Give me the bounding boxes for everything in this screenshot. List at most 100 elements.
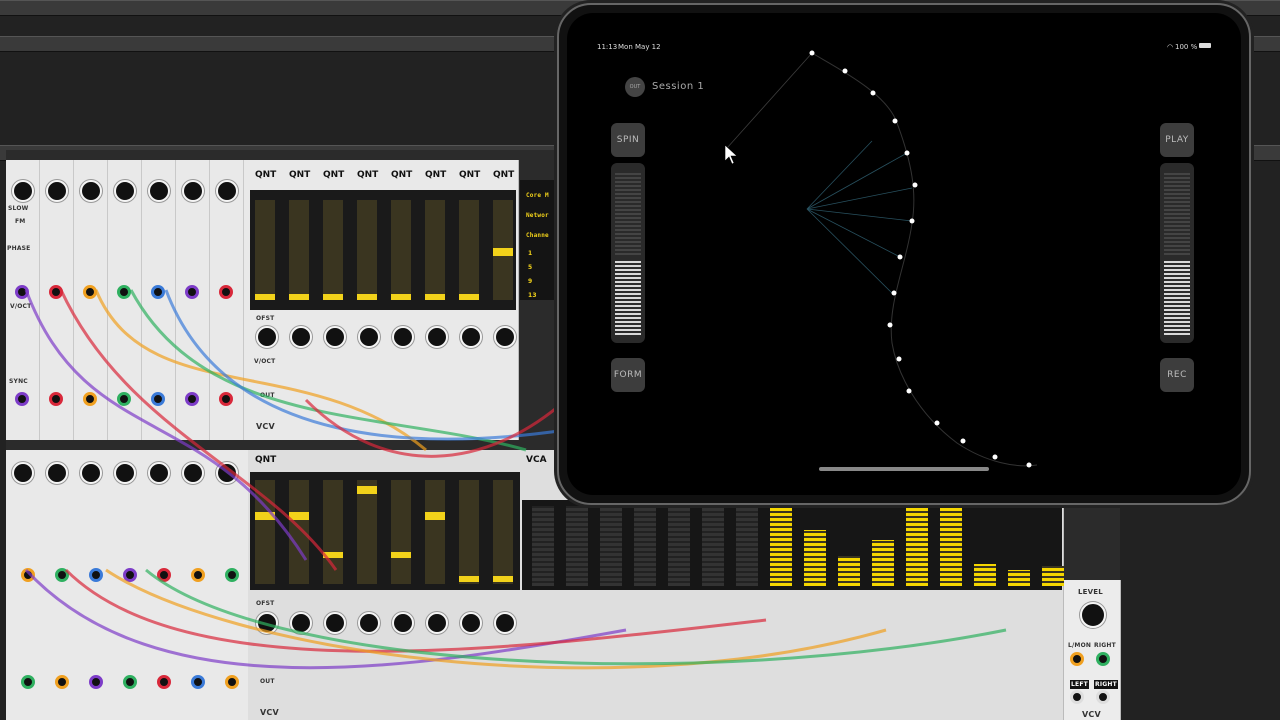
left-input-jack[interactable] [1070,652,1084,666]
out-jack[interactable] [55,675,69,689]
out-jack[interactable] [123,675,137,689]
phase-label: PHASE [7,245,31,252]
frequency-knob[interactable] [114,180,136,202]
ofst-knob[interactable] [426,612,448,634]
ofst-knob[interactable] [426,326,448,348]
ofst-knob[interactable] [494,612,516,634]
ofst-knob[interactable] [290,326,312,348]
out-jack[interactable] [15,392,29,406]
out-jack[interactable] [89,675,103,689]
voct-jack[interactable] [83,285,97,299]
frequency-knob[interactable] [182,462,204,484]
ofst-label: OFST [256,315,275,322]
level-knob[interactable] [1080,602,1106,628]
quantizer-display [250,190,516,310]
ofst-knob[interactable] [460,612,482,634]
out-label: OUT [260,678,275,685]
ofst-knob[interactable] [256,326,278,348]
home-indicator[interactable] [819,467,989,471]
voct-jack[interactable] [89,568,103,582]
tablet-screen: 11:13 Mon May 12 ◠ 100 % OUT Session 1 S… [567,13,1241,495]
voct-jack[interactable] [49,285,63,299]
frequency-knob[interactable] [182,180,204,202]
ofst-knob[interactable] [290,612,312,634]
brand-logo: VCV [1082,710,1101,719]
osc-module[interactable] [108,160,142,440]
ofst-knob[interactable] [392,326,414,348]
out-jack[interactable] [219,392,233,406]
quantizer-title: QNT [391,170,413,180]
frequency-knob[interactable] [12,462,34,484]
ofst-knob[interactable] [256,612,278,634]
frequency-knob[interactable] [216,462,238,484]
voct-jack[interactable] [117,285,131,299]
voct-jack[interactable] [225,568,239,582]
frequency-knob[interactable] [80,462,102,484]
left-output-jack[interactable] [1070,690,1084,704]
frequency-knob[interactable] [46,462,68,484]
quantizer-title: QNT [255,455,277,465]
right-output-jack[interactable] [1096,690,1110,704]
quantizer-title: QNT [459,170,481,180]
oscillator-bank-top: SLOW FM PHASE V/OCT SYNC [6,160,249,440]
quantizer-title: QNT [357,170,379,180]
ofst-knob[interactable] [324,612,346,634]
osc-module[interactable] [210,160,244,440]
frequency-knob[interactable] [80,180,102,202]
frequency-knob[interactable] [12,180,34,202]
ofst-knob[interactable] [494,326,516,348]
ofst-label: OFST [256,600,275,607]
quantizer-title: QNT [289,170,311,180]
voct-jack[interactable] [185,285,199,299]
voct-jack[interactable] [21,568,35,582]
right-input-label: RIGHT [1094,642,1116,649]
left-output-label: LEFT [1070,680,1089,689]
osc-module[interactable] [74,160,108,440]
midi-number: 1 [528,250,533,257]
out-jack[interactable] [225,675,239,689]
osc-module[interactable]: SLOW FM PHASE V/OCT SYNC [6,160,40,440]
fm-label: FM [15,218,26,225]
right-input-jack[interactable] [1096,652,1110,666]
quantizer-title: QNT [493,170,515,180]
osc-module[interactable] [40,160,74,440]
ofst-knob[interactable] [358,326,380,348]
voct-jack[interactable] [219,285,233,299]
quantizer-title: QNT [425,170,447,180]
out-jack[interactable] [157,675,171,689]
out-jack[interactable] [49,392,63,406]
osc-module[interactable] [176,160,210,440]
voct-jack[interactable] [123,568,137,582]
ofst-knob[interactable] [324,326,346,348]
osc-module[interactable] [142,160,176,440]
out-jack[interactable] [151,392,165,406]
out-jack[interactable] [117,392,131,406]
out-jack[interactable] [191,675,205,689]
frequency-knob[interactable] [216,180,238,202]
spiral-visualization[interactable] [567,13,1241,495]
mouse-cursor-icon [724,144,738,165]
voct-jack[interactable] [191,568,205,582]
voct-jack[interactable] [151,285,165,299]
ofst-knob[interactable] [392,612,414,634]
brand-logo: VCV [256,422,275,431]
frequency-knob[interactable] [148,180,170,202]
level-label: LEVEL [1078,588,1103,596]
ofst-knob[interactable] [460,326,482,348]
voct-jack[interactable] [15,285,29,299]
midi-channel-text: Channe [526,232,549,239]
frequency-knob[interactable] [148,462,170,484]
frequency-knob[interactable] [114,462,136,484]
voct-jack[interactable] [55,568,69,582]
ofst-knob[interactable] [358,612,380,634]
sync-label: SYNC [9,378,28,385]
out-jack[interactable] [21,675,35,689]
voct-jack[interactable] [157,568,171,582]
out-jack[interactable] [83,392,97,406]
out-jack[interactable] [185,392,199,406]
audio-output-module: LEVEL L/MON RIGHT LEFT RIGHT VCV [1064,580,1121,720]
midi-driver-text: Core M [526,192,549,199]
midi-number: 13 [528,292,537,299]
frequency-knob[interactable] [46,180,68,202]
quantizer-title: QNT [255,170,277,180]
